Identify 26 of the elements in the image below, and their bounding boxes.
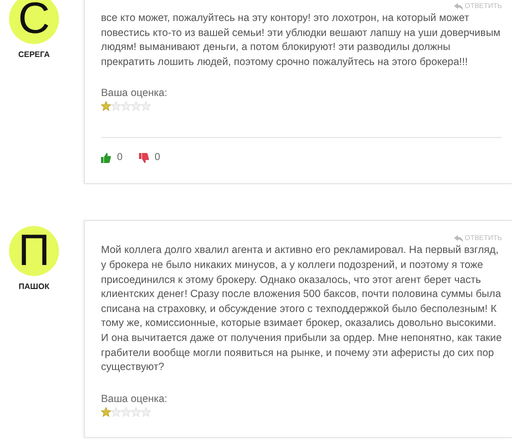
author-name: СЕРЕГА	[18, 50, 50, 59]
dislike-count: 0	[154, 152, 160, 164]
thumbs-down-icon[interactable]	[138, 152, 149, 163]
like-count: 0	[117, 152, 123, 164]
rating-label: Ваша оценка:	[101, 394, 168, 405]
rating-label: Ваша оценка:	[101, 88, 168, 100]
star-icon	[141, 406, 151, 417]
star-icon	[101, 101, 111, 112]
comment-text: Мой коллега долго хвалил агента и активно его рекламировал. На первый взгляд, у брокера не было никаких минусов, а у коллеги подозрений, и поэтому я тоже присоединился к этому брокеру. Однако оказалось, что этот агент берет часть клиентских денег! Сразу после вложения 500 баксов, почти половина суммы была списана на страховку, и обсуждение этого с техподдержкой было бесполезным! К тому же, комиссионные, которые взимает брокер, оказались довольно высокими. И она вычитается даже от получения прибыли за ордер. Мне непонятно, как такие грабители вообще могли появиться на рынке, и почему эти аферисты до сих пор существуют?	[101, 244, 502, 376]
star-icon	[101, 406, 111, 417]
thumbs-up-icon[interactable]	[101, 152, 111, 163]
avatar: С	[9, 0, 59, 44]
avatar: П	[9, 226, 59, 276]
reply-icon	[454, 235, 463, 242]
star-rating[interactable]	[101, 406, 151, 417]
star-icon	[131, 406, 141, 417]
star-icon	[131, 101, 141, 112]
author-name: ПАШОК	[18, 282, 50, 292]
star-icon	[111, 101, 121, 112]
reply-icon	[454, 3, 463, 10]
star-icon	[141, 101, 151, 112]
comment-text: все кто может, пожалуйтесь на эту контору! это лохотрон, на который может повестись кто-то из вашей семьи! эти ублюдки вешают лапшу на уши доверчивым людям! выманивают деньги, а потом блокируют! эти разводилы должны прекратить лошить людей, поэтому срочно пожалуйтесь на этого брокера!!!	[101, 12, 502, 70]
star-icon	[121, 406, 131, 417]
star-icon	[121, 101, 131, 112]
star-rating[interactable]	[101, 101, 151, 112]
star-icon	[111, 406, 121, 417]
